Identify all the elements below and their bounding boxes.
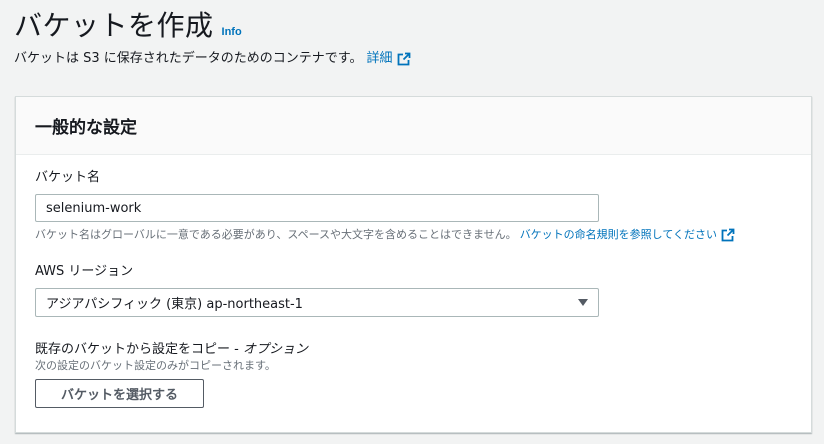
bucket-name-hint: バケット名はグローバルに一意である必要があり、スペースや大文字を含めることはでき… [35, 227, 735, 243]
bucket-name-label: バケット名 [35, 170, 101, 185]
caret-down-icon [578, 299, 588, 306]
title-row: バケットを作成 Info [14, 6, 411, 46]
region-select[interactable]: アジアパシフィック (東京) ap-northeast-1 [35, 288, 599, 317]
details-link[interactable]: 詳細 [367, 50, 411, 68]
external-link-icon [397, 52, 410, 66]
region-selected-value: アジアパシフィック (東京) ap-northeast-1 [46, 297, 303, 312]
copy-settings-label-text: 既存のバケットから設定をコピー - [35, 342, 243, 357]
page-description-text: バケットは S3 に保存されたデータのためのコンテナです。 [14, 51, 363, 66]
info-link[interactable]: Info [222, 26, 242, 38]
page-title: バケットを作成 [14, 9, 214, 42]
bucket-name-input[interactable] [35, 194, 599, 222]
panel-title: 一般的な設定 [35, 118, 137, 138]
choose-bucket-button[interactable]: バケットを選択する [35, 379, 204, 408]
optional-label: オプション [242, 342, 308, 357]
region-label: AWS リージョン [35, 264, 134, 279]
details-link-label: 詳細 [366, 51, 393, 66]
panel-header: 一般的な設定 [16, 97, 811, 155]
copy-settings-hint: 次の設定のバケット設定のみがコピーされます。 [35, 359, 276, 372]
general-settings-panel: 一般的な設定 バケット名 バケット名はグローバルに一意である必要があり、スペース… [15, 96, 812, 433]
naming-rules-link[interactable]: バケットの命名規則を参照してください [520, 227, 735, 243]
naming-rules-link-label: バケットの命名規則を参照してください [519, 228, 718, 241]
bucket-name-hint-text: バケット名はグローバルに一意である必要があり、スペースや大文字を含めることはでき… [35, 228, 517, 241]
copy-settings-label: 既存のバケットから設定をコピー - オプション [35, 341, 308, 359]
page-description: バケットは S3 に保存されたデータのためのコンテナです。 詳細 [14, 50, 411, 68]
create-bucket-page: バケットを作成 Info バケットは S3 に保存されたデータのためのコンテナで… [0, 0, 824, 444]
page-header: バケットを作成 Info バケットは S3 に保存されたデータのためのコンテナで… [14, 6, 411, 68]
external-link-icon [721, 228, 735, 242]
